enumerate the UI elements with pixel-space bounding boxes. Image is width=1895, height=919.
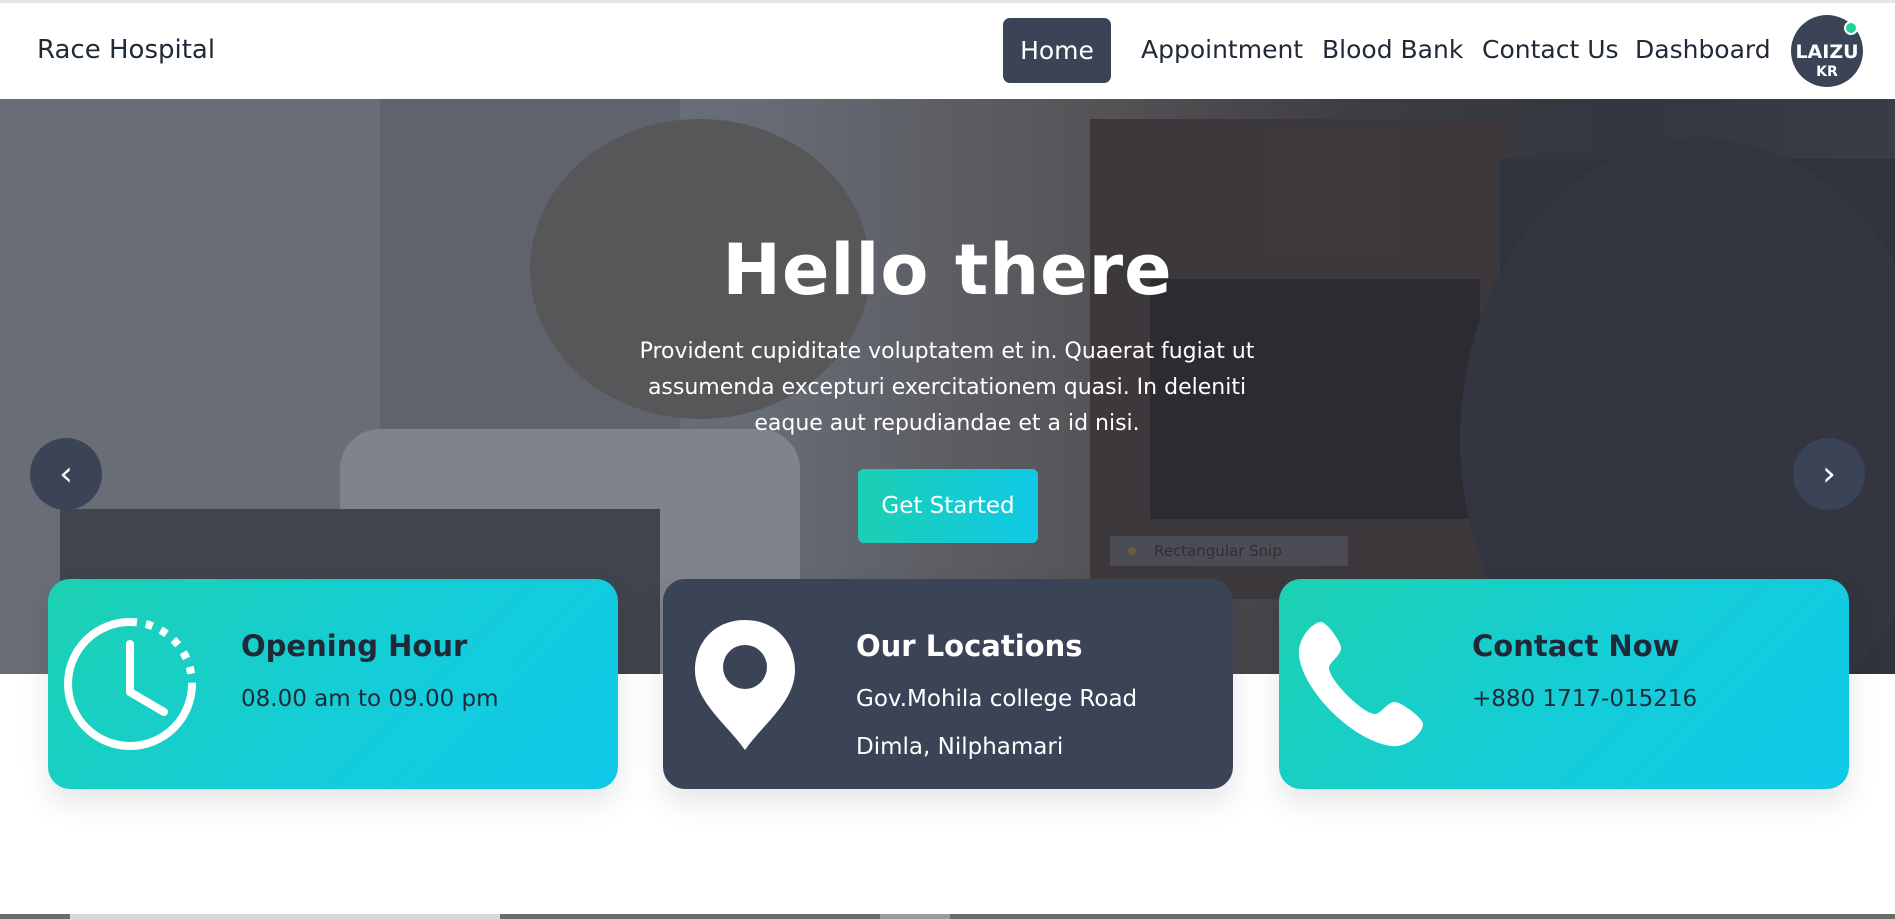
carousel-next-button[interactable]: › xyxy=(1793,438,1865,510)
opening-hours-text: 08.00 am to 09.00 pm xyxy=(241,686,499,712)
nav-appointment-link[interactable]: Appointment xyxy=(1141,35,1303,64)
map-pin-icon xyxy=(695,620,795,750)
hero-title: Hello there xyxy=(722,229,1173,311)
phone-icon xyxy=(1298,622,1423,747)
contact-phone-number[interactable]: +880 1717-015216 xyxy=(1472,686,1697,712)
chevron-left-icon: ‹ xyxy=(59,454,73,494)
nav-blood-bank-link[interactable]: Blood Bank xyxy=(1322,35,1463,64)
locations-card: Our Locations Gov.Mohila college Road Di… xyxy=(663,579,1233,789)
get-started-button[interactable]: Get Started xyxy=(858,469,1038,543)
opening-hour-card: Opening Hour 08.00 am to 09.00 pm xyxy=(48,579,618,789)
card-title: Opening Hour xyxy=(241,629,468,663)
bottom-strip-segment xyxy=(880,914,950,919)
snip-dot-icon xyxy=(1128,547,1136,555)
snip-label-text: Rectangular Snip xyxy=(1154,542,1282,560)
snip-overlay-label: Rectangular Snip xyxy=(1110,536,1348,566)
avatar-initials-sub: KR xyxy=(1816,64,1838,80)
nav-contact-link[interactable]: Contact Us xyxy=(1482,35,1619,64)
contact-card: Contact Now +880 1717-015216 xyxy=(1279,579,1849,789)
online-status-dot xyxy=(1844,21,1858,35)
location-line-2: Dimla, Nilphamari xyxy=(856,734,1064,760)
card-title: Contact Now xyxy=(1472,629,1680,663)
nav-home-link[interactable]: Home xyxy=(1003,18,1111,83)
location-line-1: Gov.Mohila college Road xyxy=(856,686,1138,712)
hero-description: Provident cupiditate voluptatem et in. Q… xyxy=(639,339,1255,436)
avatar-initials: LAIZU xyxy=(1795,41,1859,63)
carousel-prev-button[interactable]: ‹ xyxy=(30,438,102,510)
nav-dashboard-link[interactable]: Dashboard xyxy=(1635,35,1771,64)
bottom-strip-segment xyxy=(70,914,500,919)
clock-icon xyxy=(64,618,196,750)
chevron-right-icon: › xyxy=(1822,454,1836,494)
bottom-edge-strip xyxy=(0,914,1895,919)
brand-logo-text[interactable]: Race Hospital xyxy=(37,35,215,65)
navbar: Race Hospital Home Appointment Blood Ban… xyxy=(0,3,1895,99)
card-title: Our Locations xyxy=(856,629,1083,663)
